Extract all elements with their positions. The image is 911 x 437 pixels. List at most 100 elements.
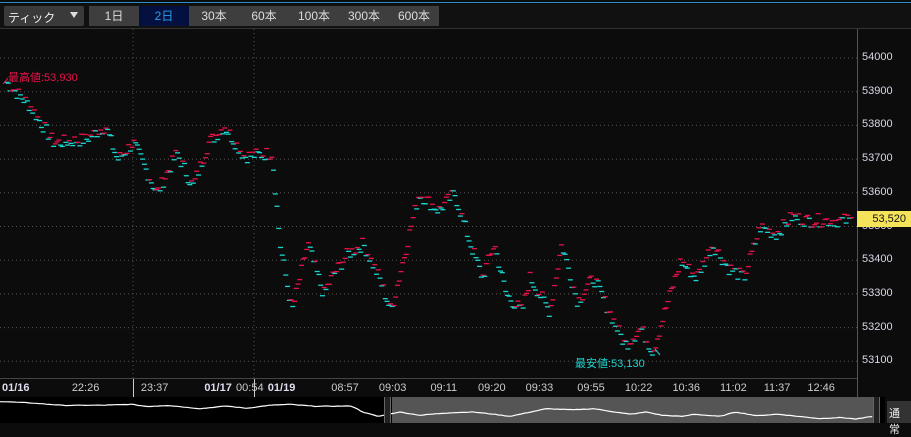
tab-60bars[interactable]: 60本 <box>239 6 289 26</box>
tick-mark <box>65 144 71 146</box>
tick-mark <box>779 234 785 236</box>
tick-mark <box>38 126 44 129</box>
tick-mark <box>360 237 366 240</box>
tick-mark <box>199 165 205 167</box>
tab-300bars[interactable]: 300本 <box>339 6 389 26</box>
tick-mark <box>112 151 118 154</box>
x-tick-label: 01/19 <box>267 382 296 394</box>
tick-mark <box>543 302 549 304</box>
tick-mark <box>351 253 357 256</box>
tick-mark <box>26 109 32 112</box>
tick-mark <box>471 248 477 250</box>
tick-mark <box>333 270 339 273</box>
y-tick-label: 53400 <box>862 253 893 266</box>
tick-mark <box>182 162 188 165</box>
y-tick-label: 53300 <box>862 286 893 299</box>
tick-mark <box>813 222 819 224</box>
x-tick-label: 01/17 <box>204 382 232 394</box>
tick-mark <box>477 265 483 268</box>
tick-mark <box>176 157 182 159</box>
tick-mark <box>531 286 537 288</box>
tick-mark <box>28 106 34 108</box>
tick-mark <box>752 243 758 245</box>
date-divider <box>133 379 134 398</box>
tick-mark <box>723 263 729 265</box>
navigator[interactable] <box>0 397 885 423</box>
tick-mark <box>405 245 411 248</box>
tick-mark <box>576 297 582 299</box>
tick-mark <box>215 138 221 141</box>
tick-mark <box>396 280 402 282</box>
tick-mark <box>508 300 514 302</box>
tick-mark <box>84 138 90 140</box>
y-tick-label: 53200 <box>862 320 893 333</box>
tick-mark <box>147 179 153 181</box>
tick-mark <box>37 119 43 122</box>
tick-mark <box>443 196 449 198</box>
tick-mark <box>848 217 854 219</box>
tick-mark <box>710 247 716 249</box>
tick-mark <box>339 268 345 270</box>
tick-mark <box>283 274 289 276</box>
tick-mark <box>288 299 294 301</box>
tick-mark <box>681 261 687 263</box>
normal-mode-button[interactable]: 通常 <box>887 401 911 436</box>
tick-mark <box>653 347 659 349</box>
tick-mark <box>497 270 503 272</box>
tick-mark <box>555 268 561 270</box>
tick-mark <box>646 348 652 350</box>
tick-mark <box>168 171 174 173</box>
tab-30bars[interactable]: 30本 <box>189 6 239 26</box>
tick-mark <box>787 212 793 214</box>
tab-600bars[interactable]: 600本 <box>389 6 439 26</box>
tick-mark <box>375 269 381 271</box>
tab-1day[interactable]: 1日 <box>89 6 139 26</box>
tick-chart[interactable] <box>0 29 857 378</box>
tick-mark <box>241 155 247 157</box>
tick-mark <box>304 248 310 251</box>
tick-mark <box>618 333 624 336</box>
tick-mark <box>367 260 373 262</box>
tick-mark <box>655 338 661 340</box>
tick-mark <box>82 133 88 136</box>
y-tick-label: 53900 <box>862 84 893 97</box>
tick-mark <box>59 145 65 148</box>
tick-mark <box>190 182 196 184</box>
tick-mark <box>527 271 533 274</box>
navigator-right-handle[interactable] <box>873 397 880 423</box>
tick-mark <box>770 232 776 234</box>
tick-mark <box>470 253 476 255</box>
tick-mark <box>754 238 760 240</box>
tick-mark <box>328 275 334 277</box>
tick-mark <box>566 267 572 269</box>
tick-mark <box>344 248 350 250</box>
tick-mark <box>592 286 598 288</box>
tick-mark <box>115 159 121 161</box>
navigator-selection[interactable] <box>392 397 873 423</box>
chart-type-select[interactable]: ティック <box>4 6 84 26</box>
tick-mark <box>758 231 764 233</box>
tick-mark <box>702 265 708 267</box>
tick-mark <box>23 96 29 99</box>
tick-mark <box>87 134 93 136</box>
tick-mark <box>410 217 416 219</box>
tick-mark <box>730 270 736 272</box>
tick-mark <box>361 244 367 247</box>
tick-mark <box>243 156 249 159</box>
tick-mark <box>792 215 798 217</box>
tick-mark <box>154 188 160 191</box>
tick-mark <box>506 295 512 297</box>
tick-mark <box>305 242 311 244</box>
tab-100bars[interactable]: 100本 <box>289 6 339 26</box>
tick-mark <box>162 178 168 180</box>
x-tick-label: 12:46 <box>807 382 835 394</box>
tick-mark <box>374 273 380 275</box>
tick-mark <box>433 209 439 211</box>
tab-2day[interactable]: 2日 <box>139 6 189 26</box>
tick-mark <box>42 121 48 124</box>
navigator-left-handle[interactable] <box>384 397 391 423</box>
tick-mark <box>480 274 486 276</box>
tick-mark <box>279 254 285 256</box>
tick-mark <box>381 284 387 286</box>
tick-mark <box>143 168 149 170</box>
